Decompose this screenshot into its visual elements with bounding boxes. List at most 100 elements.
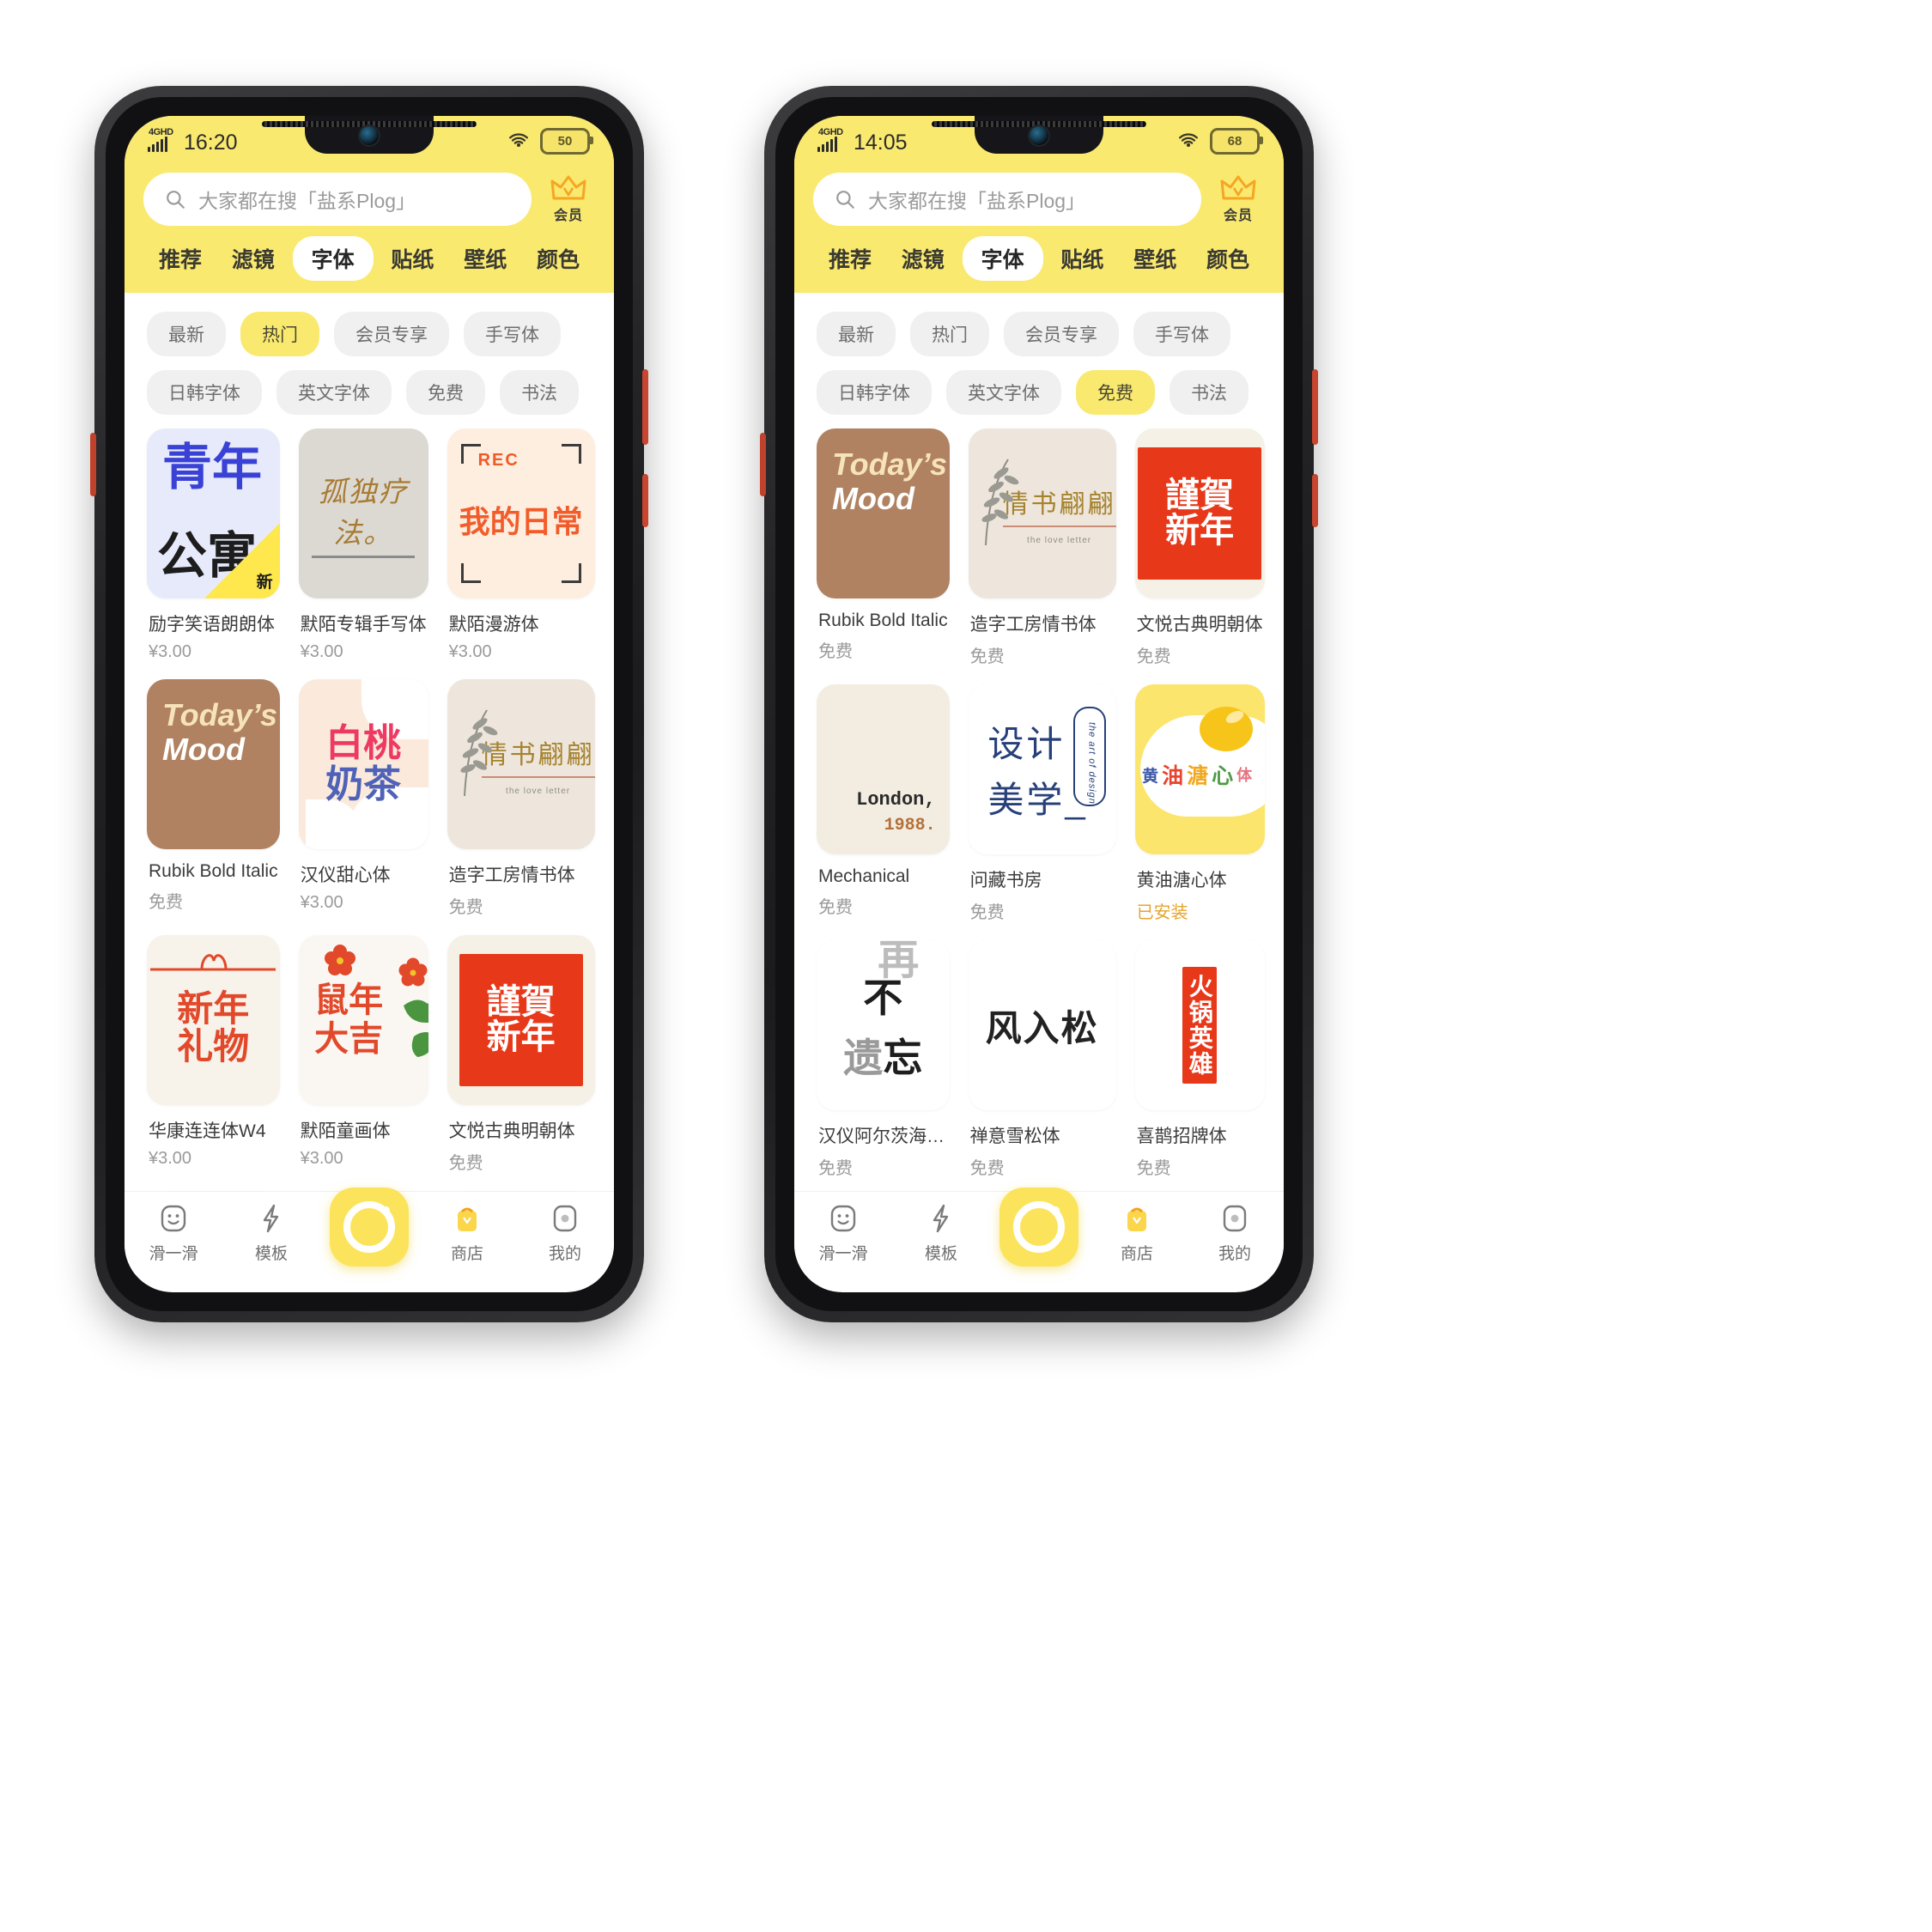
font-card[interactable]: 设计 美学_ the art of design 问藏书房 免费 (968, 684, 1116, 937)
volume-button-right-phone[interactable] (1312, 474, 1318, 527)
side-button-left-phone[interactable] (90, 433, 96, 496)
font-name: 文悦古典明朝体 (1136, 615, 1263, 635)
chip-handwriting[interactable]: 手写体 (464, 312, 561, 356)
phone-screen-right: 4GHD 14:05 68 大家都在搜「盐系Plog」 会员 推荐 滤镜 字体 … (794, 116, 1284, 1292)
font-preview: 火锅英雄 (1134, 940, 1265, 1110)
battery-percent: 50 (557, 133, 573, 149)
font-card[interactable]: 情书翩翩 the love letter 造字工房情书体 免费 (968, 428, 1116, 681)
tab-wallpaper[interactable]: 壁纸 (452, 237, 519, 280)
tab-filter[interactable]: 滤镜 (220, 237, 287, 280)
nav-label: 模板 (924, 1245, 957, 1263)
font-grid: 青年 公寓 新 励字笑语朗朗体 ¥3.00 孤独疗法。 默陌专辑手写体 ¥3.0… (147, 428, 595, 1191)
chip-calligraphy[interactable]: 书法 (500, 370, 579, 415)
nav-item-template[interactable]: 模板 (225, 1202, 318, 1264)
tab-recommend[interactable]: 推荐 (817, 237, 884, 280)
volume-button-left-phone[interactable] (642, 474, 648, 527)
preview-text: 我的日常 (459, 504, 583, 539)
wifi-icon (1179, 133, 1198, 148)
tab-filter[interactable]: 滤镜 (890, 237, 957, 280)
content-area: 最新 热门 会员专享 手写体 日韩字体 英文字体 免费 书法 (125, 293, 614, 1191)
phone-device-left: 4GHD 16:20 50 大家都在搜「盐系Plog」 会员 推荐 滤镜 字体 … (90, 86, 648, 1322)
font-card[interactable]: Today’s Mood Rubik Bold Italic 免费 (817, 428, 950, 681)
font-name: 造字工房情书体 (448, 866, 575, 885)
nav-item-shop[interactable]: 商店 (421, 1202, 513, 1264)
search-placeholder: 大家都在搜「盐系Plog」 (868, 190, 1086, 212)
font-card[interactable]: 青年 公寓 新 励字笑语朗朗体 ¥3.00 (147, 428, 280, 676)
tab-color[interactable]: 颜色 (525, 237, 592, 280)
font-card[interactable]: 鼠年 大吉 默陌童画体 ¥3.00 (298, 935, 428, 1188)
font-card[interactable]: 孤独疗法。 默陌专辑手写体 ¥3.00 (298, 428, 428, 676)
chip-newest[interactable]: 最新 (147, 312, 226, 356)
phone-device-right: 4GHD 14:05 68 大家都在搜「盐系Plog」 会员 推荐 滤镜 字体 … (760, 86, 1318, 1322)
side-button-right-phone[interactable] (760, 433, 766, 496)
chip-handwriting[interactable]: 手写体 (1133, 312, 1230, 356)
chip-jp-kr[interactable]: 日韩字体 (147, 370, 262, 415)
front-camera-icon (360, 126, 379, 145)
nav-item-swipe[interactable]: 滑一滑 (797, 1202, 890, 1264)
camera-icon[interactable] (330, 1188, 409, 1267)
chip-vip-exclusive[interactable]: 会员专享 (1004, 312, 1119, 356)
tab-color[interactable]: 颜色 (1194, 237, 1261, 280)
font-card[interactable]: 火锅英雄 喜鹊招牌体 免费 (1134, 940, 1265, 1191)
font-price: ¥3.00 (149, 1149, 192, 1168)
font-card[interactable]: 謹賀 新年 文悦古典明朝体 免费 (1134, 428, 1265, 681)
chip-vip-exclusive[interactable]: 会员专享 (334, 312, 449, 356)
power-button-left-phone[interactable] (642, 369, 648, 445)
nav-item-shop[interactable]: 商店 (1091, 1202, 1183, 1264)
power-button-right-phone[interactable] (1312, 369, 1318, 445)
olive-branch-icon (981, 459, 1018, 546)
camera-icon[interactable] (999, 1188, 1078, 1267)
search-input[interactable]: 大家都在搜「盐系Plog」 (143, 173, 532, 226)
nav-item-camera[interactable] (993, 1188, 1085, 1267)
font-card[interactable]: 新年 礼物 华康连连体W4 ¥3.00 (147, 935, 280, 1188)
font-card[interactable]: REC 我的日常 默陌漫游体 ¥3.00 (447, 428, 595, 676)
chip-calligraphy[interactable]: 书法 (1170, 370, 1249, 415)
tab-recommend[interactable]: 推荐 (147, 237, 214, 280)
tab-wallpaper[interactable]: 壁纸 (1121, 237, 1188, 280)
chip-english[interactable]: 英文字体 (276, 370, 392, 415)
chip-jp-kr[interactable]: 日韩字体 (817, 370, 932, 415)
font-card[interactable]: 情书翩翩 the love letter 造字工房情书体 免费 (447, 679, 595, 932)
dual-phone-mockup: 4GHD 16:20 50 大家都在搜「盐系Plog」 会员 推荐 滤镜 字体 … (0, 0, 1932, 1932)
font-name: 默陌漫游体 (448, 615, 539, 635)
nav-item-profile[interactable]: 我的 (1188, 1202, 1281, 1264)
tab-sticker[interactable]: 贴纸 (379, 237, 446, 280)
search-input[interactable]: 大家都在搜「盐系Plog」 (813, 173, 1201, 226)
font-card[interactable]: 黄 油 溏 心 体 黄油溏心体 已安装 (1134, 684, 1265, 937)
chip-free[interactable]: 免费 (1076, 370, 1155, 415)
font-card[interactable]: Today’s Mood Rubik Bold Italic 免费 (147, 679, 280, 932)
status-clock: 16:20 (184, 131, 238, 155)
font-card[interactable]: 再 不 遗忘 汉仪阿尔茨海… 免费 (817, 940, 950, 1191)
vip-button[interactable]: 会员 (1212, 173, 1265, 226)
nav-item-camera[interactable] (323, 1188, 416, 1267)
nav-item-template[interactable]: 模板 (895, 1202, 987, 1264)
font-card[interactable]: 风入松 禅意雪松体 免费 (968, 940, 1116, 1191)
nav-item-swipe[interactable]: 滑一滑 (127, 1202, 220, 1264)
nav-item-profile[interactable]: 我的 (519, 1202, 611, 1264)
status-clock: 14:05 (854, 131, 908, 155)
tab-font[interactable]: 字体 (962, 236, 1043, 281)
category-tabs: 推荐 滤镜 字体 贴纸 壁纸 颜色 (813, 226, 1265, 293)
nav-label: 我的 (1218, 1245, 1251, 1263)
status-right: 68 (1177, 127, 1263, 155)
font-price: 免费 (448, 898, 483, 917)
tab-sticker[interactable]: 贴纸 (1048, 237, 1115, 280)
lightning-icon (933, 1204, 949, 1233)
chip-newest[interactable]: 最新 (817, 312, 896, 356)
font-card[interactable]: London, 1988. Mechanical 免费 (817, 684, 950, 937)
chip-hot[interactable]: 热门 (910, 312, 989, 356)
new-year-stamp: 謹賀 新年 (1138, 447, 1262, 580)
vip-button[interactable]: 会员 (542, 173, 595, 226)
chip-english[interactable]: 英文字体 (946, 370, 1061, 415)
tab-font[interactable]: 字体 (292, 236, 374, 281)
font-card[interactable]: 白桃 奶茶 汉仪甜心体 ¥3.00 (298, 679, 428, 932)
font-name: Rubik Bold Italic (818, 611, 948, 630)
shop-bag-icon (1127, 1207, 1146, 1231)
font-preview: Today’s Mood (147, 679, 280, 849)
chip-hot[interactable]: 热门 (240, 312, 319, 356)
preview-subtext: the art of design (1086, 722, 1097, 805)
font-card[interactable]: 謹賀 新年 文悦古典明朝体 免费 (447, 935, 595, 1188)
chip-free[interactable]: 免费 (406, 370, 485, 415)
font-name: 造字工房情书体 (969, 615, 1097, 635)
app-header: 大家都在搜「盐系Plog」 会员 推荐 滤镜 字体 贴纸 壁纸 颜色 (794, 166, 1284, 293)
